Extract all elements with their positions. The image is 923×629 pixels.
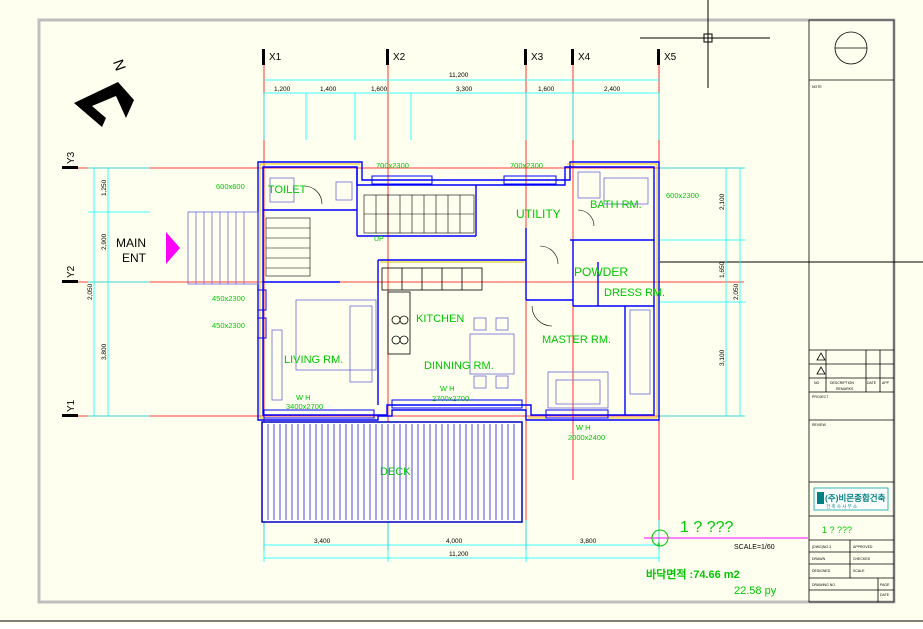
opening-label: 450x2300: [212, 294, 245, 303]
grid-label-x1: X1: [269, 52, 282, 63]
firm-subtitle: 건 축 사 사 무 소: [826, 503, 857, 510]
floor-area-pyeong: 22.58 py: [734, 585, 777, 597]
opening-label: 600x2300: [666, 191, 699, 200]
grid-label-y3: Y3: [66, 151, 77, 164]
opening-label: 3400x2700: [286, 402, 323, 411]
firm-logo: (주)비몬종합건축 건 축 사 사 무 소: [813, 487, 889, 511]
grid-label-x5: X5: [664, 52, 677, 63]
dim-left-segment: 1,250: [101, 179, 108, 196]
cad-drawing-canvas[interactable]: NOTE NO DESCRIPTION DATE APP REMARKS PRO…: [0, 0, 923, 624]
dim-top-segment: 1,200: [274, 86, 291, 93]
floor-plan-drawing: NOTE NO DESCRIPTION DATE APP REMARKS PRO…: [0, 0, 923, 624]
opening-label: 2000x2400: [568, 433, 605, 442]
tiny-label: DESIGNED: [812, 569, 831, 573]
tiny-label: SCALE: [853, 569, 865, 573]
plan-title: 1 ? ???: [680, 519, 733, 536]
grid-label-x2: X2: [393, 52, 406, 63]
opening-label: W H: [440, 384, 455, 393]
dim-top-segment: 1,600: [371, 86, 388, 93]
grid-label-y2: Y2: [66, 265, 77, 278]
dim-right-segment: 2,100: [719, 193, 726, 210]
floor-area-label: 바닥면적 :74.66 m2: [646, 567, 740, 581]
sheet-background: [0, 0, 923, 624]
dim-bottom-segment: 4,000: [446, 538, 463, 545]
entrance-label: MAIN: [116, 236, 146, 250]
plan-scale: SCALE=1/60: [734, 544, 775, 551]
room-label-toilet: TOILET: [268, 184, 307, 196]
opening-label: 2700x2700: [432, 394, 469, 403]
grid-label-x3: X3: [531, 52, 544, 63]
dim-top-segment: 1,600: [538, 86, 555, 93]
tiny-label: APPROVED: [853, 545, 873, 549]
entrance-label: ENT: [122, 251, 147, 265]
dim-right-segment: 1,650: [719, 261, 726, 278]
rev-no-label: NO: [814, 381, 820, 385]
rev-remark-label: REMARKS: [836, 387, 854, 391]
room-label-powder: POWDER: [574, 265, 628, 279]
dim-left-segment: 3,800: [101, 343, 108, 360]
dim-bottom-total: 11,200: [449, 551, 469, 558]
room-label-living: LIVING RM.: [284, 354, 343, 366]
dim-right-sub: 2,050: [733, 283, 740, 300]
tiny-label: PAGE: [880, 583, 890, 587]
rev-desc-label: DESCRIPTION: [830, 381, 854, 385]
grid-label-x4: X4: [578, 52, 591, 63]
room-label-deck: DECK: [380, 466, 411, 478]
dim-top-segment: 3,300: [456, 86, 473, 93]
room-label-master: MASTER RM.: [542, 334, 611, 346]
tiny-label: CHECKED: [853, 557, 871, 561]
room-label-utility: UTILITY: [516, 207, 561, 221]
dim-bottom-segment: 3,800: [580, 538, 597, 545]
opening-label: W H: [296, 393, 311, 402]
opening-label: 700x2300: [376, 161, 409, 170]
rev-date-label: DATE: [867, 381, 877, 385]
firm-logo-icon: [817, 492, 824, 504]
tiny-label: PROJECT: [812, 395, 829, 399]
tiny-label: DATE: [880, 593, 890, 597]
tiny-label: (DWG)NO.3: [812, 545, 831, 549]
opening-label: W H: [576, 423, 591, 432]
dim-top-segment: 1,400: [320, 86, 337, 93]
rev-appr-label: APP: [882, 381, 890, 385]
tiny-label: REVIEW: [812, 423, 827, 427]
room-label-dress: DRESS RM.: [604, 287, 665, 299]
opening-label: 700x2300: [510, 161, 543, 170]
opening-label: 450x2300: [212, 321, 245, 330]
grid-label-y1: Y1: [66, 399, 77, 412]
opening-label: 600x600: [216, 182, 245, 191]
notes-label: NOTE: [812, 85, 822, 89]
room-label-bath: BATH RM.: [590, 199, 642, 211]
drawing-no-label: DRAWING NO.: [812, 583, 836, 587]
dim-left-segment: 2,900: [101, 233, 108, 250]
block-title: 1 ? ???: [822, 525, 852, 535]
dim-top-total: 11,200: [449, 72, 469, 79]
dim-left-sub: 2,050: [87, 283, 94, 300]
dim-right-segment: 3,100: [719, 349, 726, 366]
dim-bottom-segment: 3,400: [314, 538, 331, 545]
dim-top-segment: 2,400: [604, 86, 621, 93]
stair-up-label: UP: [374, 236, 384, 243]
firm-name: (주)비몬종합건축: [825, 493, 886, 503]
tiny-label: DRAWN: [812, 557, 826, 561]
room-label-dining: DINNING RM.: [424, 360, 494, 372]
room-label-kitchen: KITCHEN: [416, 313, 464, 325]
